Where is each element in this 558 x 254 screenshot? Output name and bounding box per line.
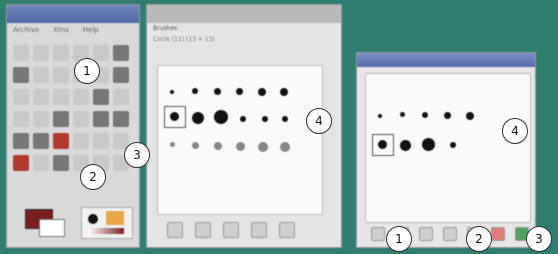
menu-archivo[interactable]: Archivo	[13, 26, 39, 34]
callout-3-right: 3	[526, 226, 552, 252]
callout-2: 2	[80, 164, 106, 190]
tool-button[interactable]	[13, 45, 29, 61]
callout-4: 4	[306, 108, 332, 134]
tool-button[interactable]	[33, 155, 49, 171]
brush-cell[interactable]	[258, 142, 268, 152]
brush-cell[interactable]	[192, 142, 199, 149]
tool-button[interactable]	[93, 133, 109, 149]
edit-brush-button[interactable]	[167, 222, 183, 238]
brush-cell[interactable]	[444, 112, 451, 119]
brush-cell[interactable]	[400, 112, 405, 117]
brush-cell[interactable]	[466, 112, 474, 120]
tool-button[interactable]	[13, 111, 29, 127]
brush-cell[interactable]	[236, 88, 243, 95]
tool-button[interactable]	[13, 67, 29, 83]
tool-button[interactable]	[93, 89, 109, 105]
small-brush-grid[interactable]	[365, 73, 531, 223]
brush-cell[interactable]	[214, 142, 222, 150]
tool-button[interactable]	[33, 45, 49, 61]
brush-cell[interactable]	[450, 142, 456, 148]
pattern-preview[interactable]	[106, 211, 124, 225]
small-dialog-button[interactable]	[491, 227, 505, 241]
tool-button[interactable]	[53, 45, 69, 61]
brush-cell[interactable]	[422, 112, 428, 118]
brush-grid[interactable]	[157, 65, 323, 215]
small-dialog-button[interactable]	[419, 227, 433, 241]
toolbox-menubar: Archivo Xtns Help	[7, 23, 139, 37]
brush-cell[interactable]	[422, 138, 435, 151]
brush-cell[interactable]	[192, 112, 204, 124]
new-brush-button[interactable]	[195, 222, 211, 238]
brush-cell[interactable]	[240, 116, 246, 122]
tool-button[interactable]	[33, 67, 49, 83]
toolbox-titlebar	[7, 5, 139, 23]
small-dialog-titlebar	[357, 53, 535, 67]
background-color-swatch[interactable]	[39, 219, 65, 237]
tool-button[interactable]	[33, 133, 49, 149]
tool-button[interactable]	[53, 133, 69, 149]
callout-1: 1	[74, 58, 100, 84]
brush-cell[interactable]	[170, 142, 175, 147]
tool-button[interactable]	[33, 89, 49, 105]
tool-button[interactable]	[93, 111, 109, 127]
brushes-header: Brushes	[153, 25, 178, 32]
tool-button[interactable]	[13, 155, 29, 171]
small-brushes-dialog	[356, 52, 536, 248]
brush-cell[interactable]	[262, 116, 268, 122]
tool-button[interactable]	[53, 155, 69, 171]
brush-cell[interactable]	[282, 116, 288, 122]
brush-cell[interactable]	[280, 142, 290, 152]
tool-button[interactable]	[53, 67, 69, 83]
tool-button[interactable]	[53, 89, 69, 105]
brush-pattern-gradient-preview[interactable]	[81, 207, 133, 239]
tool-button[interactable]	[73, 89, 89, 105]
tool-button[interactable]	[113, 67, 129, 83]
brush-cell[interactable]	[214, 110, 228, 124]
brush-cell[interactable]	[400, 140, 411, 151]
brushes-subheader: Circle (11) (13 × 13)	[153, 36, 215, 43]
callout-1-right: 1	[386, 226, 412, 252]
tool-button[interactable]	[113, 111, 129, 127]
callout-3: 3	[124, 142, 150, 168]
brush-cell[interactable]	[192, 88, 198, 94]
tool-button[interactable]	[113, 89, 129, 105]
brushes-titlebar	[147, 5, 341, 23]
small-dialog-button[interactable]	[371, 227, 385, 241]
tool-button[interactable]	[113, 45, 129, 61]
small-dialog-button[interactable]	[443, 227, 457, 241]
tool-button[interactable]	[53, 111, 69, 127]
duplicate-brush-button[interactable]	[223, 222, 239, 238]
menu-help[interactable]: Help	[83, 26, 99, 34]
brush-cell[interactable]	[280, 88, 288, 96]
tool-button[interactable]	[33, 111, 49, 127]
tool-button[interactable]	[13, 89, 29, 105]
brush-cell[interactable]	[378, 114, 382, 118]
brushes-button-bar	[157, 219, 333, 241]
brush-cell[interactable]	[258, 88, 266, 96]
brush-cell[interactable]	[170, 112, 179, 121]
toolbox-panel: Archivo Xtns Help	[6, 4, 140, 248]
brush-cell[interactable]	[214, 88, 221, 95]
tool-button[interactable]	[93, 45, 109, 61]
tool-button[interactable]	[73, 133, 89, 149]
delete-brush-button[interactable]	[251, 222, 267, 238]
tool-button[interactable]	[13, 133, 29, 149]
menu-xtns[interactable]: Xtns	[53, 26, 69, 34]
brush-cell[interactable]	[378, 140, 387, 149]
brush-preview[interactable]	[88, 214, 98, 224]
callout-2-right: 2	[466, 226, 492, 252]
color-area	[15, 203, 137, 243]
refresh-brushes-button[interactable]	[279, 222, 295, 238]
brush-cell[interactable]	[236, 142, 245, 151]
gradient-preview[interactable]	[88, 228, 124, 234]
tool-button[interactable]	[73, 111, 89, 127]
brush-cell[interactable]	[170, 90, 174, 94]
callout-4-right: 4	[502, 118, 528, 144]
